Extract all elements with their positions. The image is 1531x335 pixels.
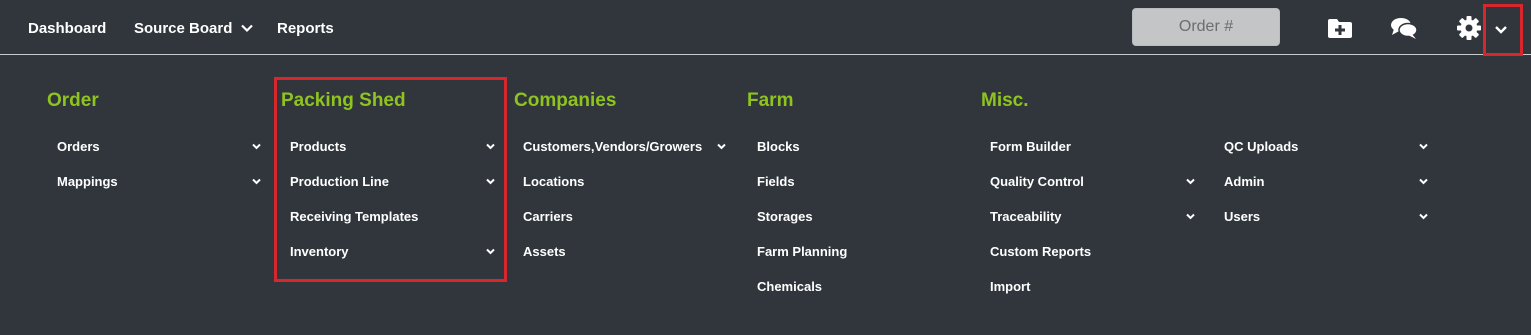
- menu-item-blocks[interactable]: Blocks: [757, 138, 800, 156]
- nav-reports[interactable]: Reports: [277, 20, 334, 37]
- chevron-down-icon[interactable]: [716, 141, 727, 152]
- top-nav-bar: Dashboard Source Board Reports: [0, 0, 1531, 55]
- menu-item-locations[interactable]: Locations: [523, 173, 584, 191]
- chevron-down-icon[interactable]: [1418, 141, 1429, 152]
- menu-item-admin[interactable]: Admin: [1224, 173, 1264, 191]
- chevron-down-icon[interactable]: [1418, 176, 1429, 187]
- menu-item-qc-uploads[interactable]: QC Uploads: [1224, 138, 1298, 156]
- gear-icon[interactable]: [1455, 14, 1483, 42]
- chevron-down-icon[interactable]: [1185, 211, 1196, 222]
- menu-item-import[interactable]: Import: [990, 278, 1030, 296]
- chevron-down-icon[interactable]: [485, 176, 496, 187]
- folder-plus-icon[interactable]: [1326, 14, 1354, 42]
- menu-item-carriers[interactable]: Carriers: [523, 208, 573, 226]
- packing-shed-column-title: Packing Shed: [281, 90, 406, 111]
- chevron-down-icon[interactable]: [485, 246, 496, 257]
- menu-item-inventory[interactable]: Inventory: [290, 243, 349, 261]
- chevron-down-icon[interactable]: [1185, 176, 1196, 187]
- chevron-down-icon[interactable]: [485, 141, 496, 152]
- misc-column-title: Misc.: [981, 90, 1029, 111]
- menu-item-customers-vendors-growers[interactable]: Customers,Vendors/Growers: [523, 138, 702, 156]
- companies-column-title: Companies: [514, 90, 617, 111]
- menu-item-form-builder[interactable]: Form Builder: [990, 138, 1071, 156]
- nav-dashboard[interactable]: Dashboard: [28, 20, 106, 37]
- menu-item-farm-planning[interactable]: Farm Planning: [757, 243, 847, 261]
- menu-item-receiving-templates[interactable]: Receiving Templates: [290, 208, 418, 226]
- order-number-input[interactable]: [1132, 8, 1280, 46]
- menu-item-products[interactable]: Products: [290, 138, 346, 156]
- menu-item-fields[interactable]: Fields: [757, 173, 795, 191]
- menu-item-orders[interactable]: Orders: [57, 138, 100, 156]
- chevron-down-icon[interactable]: [1489, 17, 1513, 41]
- chevron-down-icon[interactable]: [1418, 211, 1429, 222]
- chevron-down-icon[interactable]: [251, 141, 262, 152]
- source-board-chevron-down-icon[interactable]: [240, 21, 254, 35]
- menu-item-traceability[interactable]: Traceability: [990, 208, 1062, 226]
- menu-item-mappings[interactable]: Mappings: [57, 173, 118, 191]
- order-column-title: Order: [47, 90, 99, 111]
- menu-item-users[interactable]: Users: [1224, 208, 1260, 226]
- menu-item-storages[interactable]: Storages: [757, 208, 813, 226]
- chat-bubbles-icon[interactable]: [1390, 14, 1418, 42]
- menu-item-chemicals[interactable]: Chemicals: [757, 278, 822, 296]
- menu-item-assets[interactable]: Assets: [523, 243, 566, 261]
- nav-source-board[interactable]: Source Board: [134, 20, 232, 37]
- menu-item-production-line[interactable]: Production Line: [290, 173, 389, 191]
- chevron-down-icon[interactable]: [251, 176, 262, 187]
- farm-column-title: Farm: [747, 90, 794, 111]
- menu-item-custom-reports[interactable]: Custom Reports: [990, 243, 1091, 261]
- menu-item-quality-control[interactable]: Quality Control: [990, 173, 1084, 191]
